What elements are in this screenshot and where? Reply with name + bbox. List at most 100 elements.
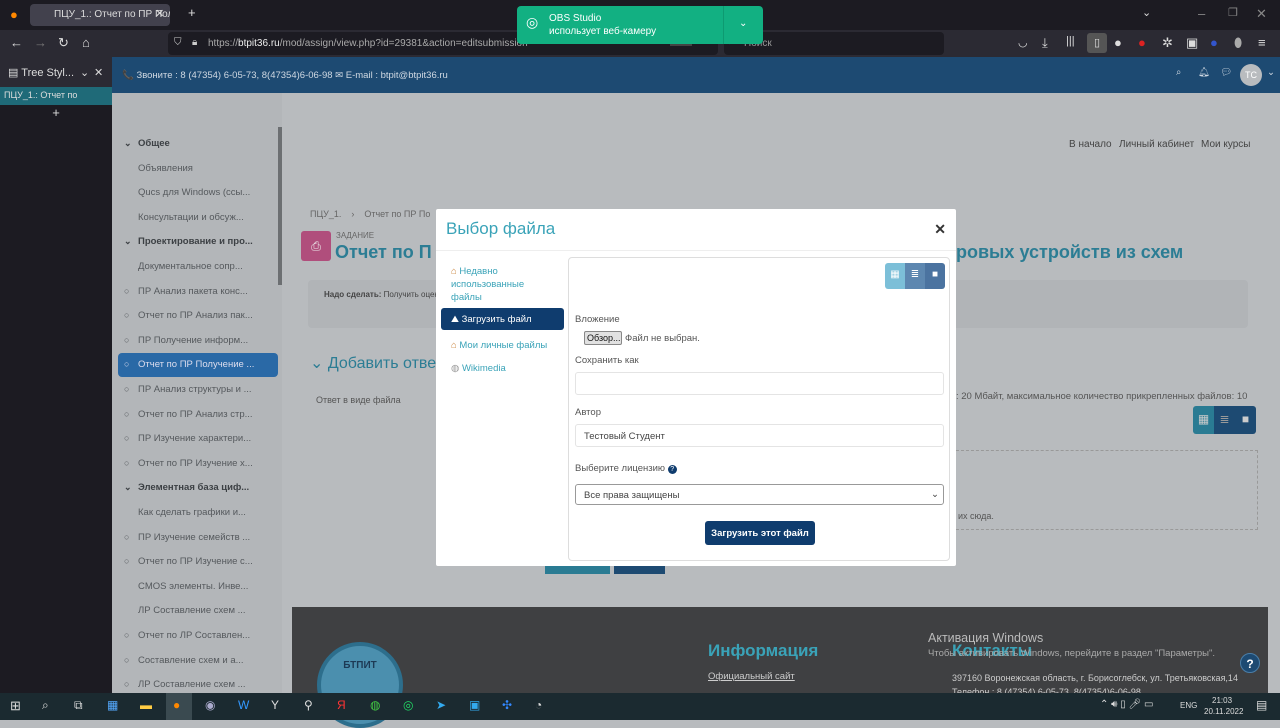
adblock-icon[interactable]: ● xyxy=(1138,35,1146,50)
close-icon[interactable]: ✕ xyxy=(94,66,103,79)
app-icon[interactable]: ◉ xyxy=(205,698,215,712)
sidebar-item[interactable]: ○ Отчет по ПР Получение ... xyxy=(118,353,278,378)
upload-file-button[interactable]: Загрузить этот файл xyxy=(705,521,815,545)
yandex-browser-icon[interactable]: Y xyxy=(271,698,279,712)
whatsapp-icon[interactable]: ◎ xyxy=(403,698,413,712)
repo-private-files[interactable]: ⌂ Мои личные файлы xyxy=(441,335,564,356)
network-app-icon[interactable]: ⚲ xyxy=(304,698,313,712)
sidebar-item[interactable]: ○ Отчет по ЛР Составлен... xyxy=(118,624,278,648)
tst-tab[interactable]: ПЦУ_1.: Отчет по xyxy=(0,87,112,105)
chevron-down-icon[interactable]: ⌄ xyxy=(80,66,89,79)
sidebar-item[interactable]: ⌄ Общее xyxy=(118,132,278,156)
new-tab-icon[interactable]: + xyxy=(0,105,112,120)
extension-s-icon[interactable]: ● xyxy=(1114,35,1122,50)
sidebar-item[interactable]: ○ Составление схем и а... xyxy=(118,649,278,673)
reload-icon[interactable]: ↻ xyxy=(58,35,69,51)
obs-notification[interactable]: ◎ OBS Studio использует веб-камеру ⌄ xyxy=(517,6,763,44)
chevron-down-icon[interactable]: ⌄ xyxy=(124,482,132,493)
sidebar-item[interactable]: ○ Отчет по ПР Изучение х... xyxy=(118,452,278,476)
explorer-icon[interactable]: ▬ xyxy=(140,698,152,712)
browser-tab[interactable]: ПЦУ_1.: Отчет по ПР Получен xyxy=(30,4,170,26)
sidebar-item[interactable]: CMOS элементы. Инве... xyxy=(118,575,278,599)
repo-recent-files[interactable]: ⌂ Недавно использованные файлы xyxy=(441,261,564,308)
download-icon[interactable]: ⤓ xyxy=(1042,35,1048,51)
sidebar-item[interactable]: Консультации и обсуж... xyxy=(118,206,278,230)
sidebar-scrollbar[interactable] xyxy=(278,127,282,285)
pocket-icon[interactable]: ◡ xyxy=(1018,36,1028,49)
nav-home[interactable]: В начало xyxy=(1069,139,1112,150)
sidebar-icon[interactable]: ▯ xyxy=(1087,33,1107,53)
obs-icon[interactable]: ◔ xyxy=(535,698,542,712)
cancel-button[interactable] xyxy=(614,566,665,574)
file-drop-zone[interactable]: их сюда. xyxy=(956,450,1258,530)
help-icon[interactable]: ? xyxy=(667,465,677,474)
nav-my-courses[interactable]: Мои курсы xyxy=(1201,139,1251,150)
menu-icon[interactable]: ≡ xyxy=(1258,35,1266,50)
folder-view-icon[interactable]: ■ xyxy=(1235,406,1256,434)
bell-icon[interactable]: 🔔︎ xyxy=(1198,67,1210,78)
extension-shield-icon[interactable]: ⬮ xyxy=(1234,35,1242,51)
firefox-taskbar-icon[interactable]: ● xyxy=(166,693,192,720)
app-icon[interactable]: ▦ xyxy=(107,698,118,712)
save-as-input[interactable] xyxy=(575,372,944,395)
chevron-down-icon[interactable]: ⌄ xyxy=(124,138,132,149)
sidebar-item[interactable]: ○ ПР Анализ структуры и ... xyxy=(118,378,278,402)
icons-view-icon[interactable]: ▦ xyxy=(1193,406,1214,434)
tray-icons[interactable]: ⌃ 🔊︎ ▯ 🎤︎ ▭ xyxy=(1100,699,1153,710)
chevron-down-icon[interactable]: ⌄ xyxy=(739,17,747,30)
chevron-down-icon[interactable]: ⌄ xyxy=(124,236,132,247)
search-icon[interactable]: ⌕ xyxy=(42,698,49,713)
search-icon[interactable]: ⌕ xyxy=(1176,67,1181,78)
close-icon[interactable]: ✕ xyxy=(934,221,946,238)
extension-b-icon[interactable]: ● xyxy=(1210,35,1218,50)
folder-view-icon[interactable]: ■ xyxy=(925,263,945,289)
sidebar-item[interactable]: ○ Отчет по ПР Изучение с... xyxy=(118,550,278,574)
save-changes-button[interactable] xyxy=(545,566,610,574)
nav-dashboard[interactable]: Личный кабинет xyxy=(1119,139,1194,150)
sidebar-item[interactable]: Qucs для Windows (ссы... xyxy=(118,181,278,205)
sidebar-item[interactable]: Документальное сопр... xyxy=(118,255,278,279)
repo-wikimedia[interactable]: ◍ Wikimedia xyxy=(441,358,564,379)
chevron-down-icon[interactable]: ⌄ xyxy=(1267,67,1275,78)
sidebar-item[interactable]: Объявления xyxy=(118,157,278,181)
messages-icon[interactable]: 💬︎ xyxy=(1220,67,1232,78)
official-site-link[interactable]: Официальный сайт xyxy=(708,671,795,682)
app-icon[interactable]: ▣ xyxy=(469,698,480,712)
extension-gear-icon[interactable]: ✲ xyxy=(1162,35,1173,51)
yandex-icon[interactable]: Я xyxy=(337,698,346,712)
app-icon[interactable]: ✣ xyxy=(502,698,512,712)
browse-button[interactable]: Обзор... xyxy=(584,331,622,345)
close-window-icon[interactable]: ✕ xyxy=(1256,6,1267,22)
avatar[interactable]: TC xyxy=(1240,64,1262,86)
author-input[interactable]: Тестовый Студент xyxy=(575,424,944,447)
close-tab-icon[interactable]: ✕ xyxy=(155,7,164,20)
list-view-icon[interactable]: ≣ xyxy=(1214,406,1235,434)
sidebar-item[interactable]: ○ ПР Получение информ... xyxy=(118,329,278,353)
sidebar-item[interactable]: ⌄ Проектирование и про... xyxy=(118,230,278,254)
chrome-icon[interactable]: ◍ xyxy=(370,698,380,712)
word-icon[interactable]: W xyxy=(238,698,249,712)
add-submission-section[interactable]: ⌄ Добавить отве xyxy=(310,353,436,373)
sidebar-item[interactable]: ○ Отчет по ПР Анализ стр... xyxy=(118,403,278,427)
list-view-icon[interactable]: ≣ xyxy=(905,263,925,289)
extension-box-icon[interactable]: ▣ xyxy=(1186,35,1198,51)
new-tab-icon[interactable]: + xyxy=(188,5,196,20)
library-icon[interactable]: ||| xyxy=(1066,35,1075,47)
repo-upload-file[interactable]: ⛰ Загрузить файл xyxy=(441,308,564,330)
home-icon[interactable]: ⌂ xyxy=(82,35,90,50)
sidebar-item[interactable]: ○ Отчет по ПР Анализ пак... xyxy=(118,304,278,328)
sidebar-item[interactable]: ○ ПР Изучение характери... xyxy=(118,427,278,451)
sidebar-item[interactable]: ⌄ Элементная база циф... xyxy=(118,476,278,500)
forward-icon[interactable]: → xyxy=(34,35,47,50)
sidebar-item[interactable]: ○ ПР Изучение семейств ... xyxy=(118,526,278,550)
minimize-icon[interactable]: – xyxy=(1198,6,1205,21)
task-view-icon[interactable]: ⧉ xyxy=(74,698,83,713)
icons-view-icon[interactable]: ▦ xyxy=(885,263,905,289)
sidebar-item[interactable]: Как сделать графики и... xyxy=(118,501,278,525)
start-icon[interactable]: ⊞ xyxy=(10,698,21,714)
sidebar-item[interactable]: ЛР Составление схем ... xyxy=(118,599,278,623)
telegram-icon[interactable]: ➤ xyxy=(436,698,446,712)
notifications-icon[interactable]: ▤ xyxy=(1256,698,1267,712)
list-tabs-icon[interactable]: ⌄ xyxy=(1142,6,1151,19)
help-button[interactable]: ? xyxy=(1240,653,1260,673)
